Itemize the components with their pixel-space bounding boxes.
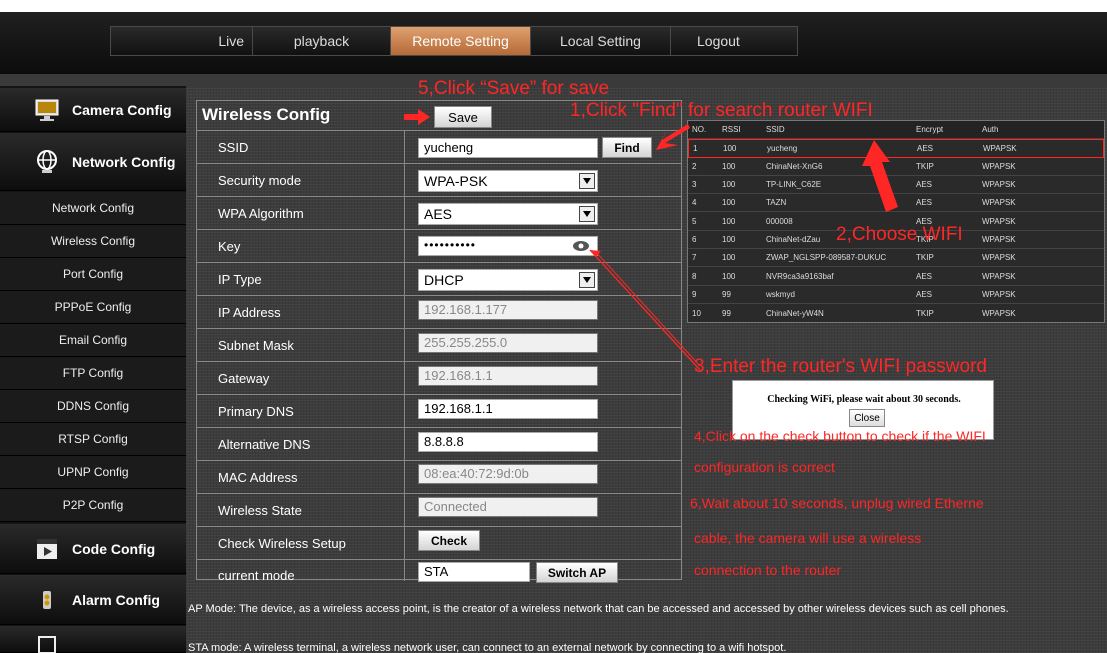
annotation-step4-line1: 4,Click on the check button to check if … [694, 428, 986, 444]
annotation-step6-line1: 6,Wait about 10 seconds, unplug wired Et… [690, 495, 984, 511]
arrow-to-find-icon [656, 124, 690, 150]
annotation-step2: 2,Choose WIFI [836, 224, 963, 245]
annotation-step3: 3,Enter the router's WIFI password [694, 356, 987, 377]
ap-mode-description: AP Mode: The device, as a wireless acces… [188, 603, 1009, 615]
annotation-step5: 5,Click “Save” for save [418, 78, 610, 99]
annotation-step6-line2: cable, the camera will use a wireless [694, 530, 922, 546]
annotation-step4-line2: configuration is correct [694, 459, 835, 475]
annotation-step6-line3: connection to the router [694, 562, 842, 578]
arrow-to-key-icon [589, 249, 701, 371]
annotation-step1: 1,Click "Find" for search router WIFI [570, 100, 873, 121]
sta-mode-description: STA mode: A wireless terminal, a wireles… [188, 642, 787, 653]
arrow-to-ssid-icon [862, 140, 898, 212]
